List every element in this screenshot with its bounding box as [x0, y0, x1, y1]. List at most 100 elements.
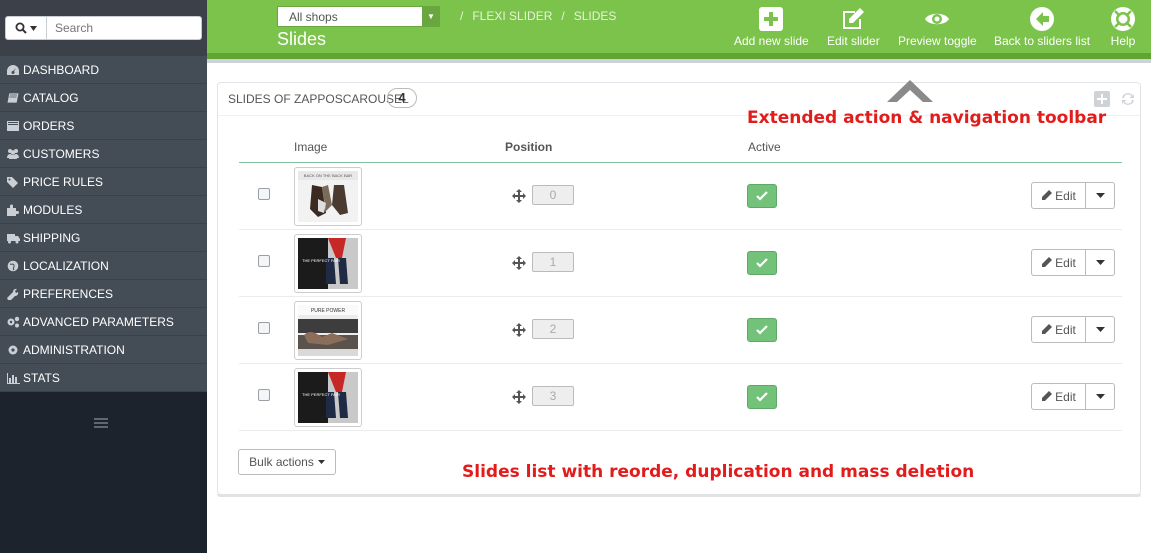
slide-thumbnail[interactable]: PURE POWER	[294, 301, 362, 360]
row-actions: Edit	[1031, 249, 1115, 276]
edit-button[interactable]: Edit	[1031, 383, 1086, 410]
drag-handle-icon[interactable]	[512, 189, 526, 203]
search-input[interactable]	[46, 16, 202, 40]
drag-handle-icon[interactable]	[512, 390, 526, 404]
caret-down-icon	[1095, 260, 1105, 265]
row-actions-dropdown[interactable]	[1086, 182, 1115, 209]
sidebar-item-modules[interactable]: MODULES	[0, 196, 207, 224]
pencil-icon	[1042, 391, 1053, 401]
panel-actions	[1094, 91, 1136, 107]
sidebar-item-preferences[interactable]: PREFERENCES	[0, 280, 207, 308]
panel-title: SLIDES OF ZAPPOSCAROUSEL	[228, 92, 409, 106]
book-icon	[6, 92, 20, 103]
row-checkbox[interactable]	[258, 389, 270, 401]
row-actions-dropdown[interactable]	[1086, 383, 1115, 410]
sidebar-item-orders[interactable]: ORDERS	[0, 112, 207, 140]
active-toggle[interactable]	[747, 251, 777, 275]
edit-button[interactable]: Edit	[1031, 316, 1086, 343]
sidebar-item-administration[interactable]: ADMINISTRATION	[0, 336, 207, 364]
sidebar-item-label: ADVANCED PARAMETERS	[23, 314, 174, 329]
row-checkbox[interactable]	[258, 188, 270, 200]
shop-select[interactable]: All shops ▼	[277, 6, 440, 27]
pencil-icon	[1042, 257, 1053, 267]
sidebar-item-stats[interactable]: STATS	[0, 364, 207, 392]
life-ring-icon	[1111, 7, 1135, 31]
column-header-active: Active	[748, 140, 781, 154]
puzzle-icon	[6, 204, 20, 216]
sidebar-item-label: CUSTOMERS	[23, 146, 100, 161]
edit-slider-button[interactable]: Edit slider	[827, 6, 880, 48]
slides-panel: SLIDES OF ZAPPOSCAROUSEL 4 Image Positio…	[217, 82, 1141, 495]
sidebar-item-label: PREFERENCES	[23, 286, 114, 301]
add-new-slide-button[interactable]: Add new slide	[734, 6, 809, 48]
position-value: 0	[532, 185, 574, 205]
thumbnail-caption: THE PERFECT PAIR	[302, 258, 340, 263]
breadcrumb-item[interactable]: FLEXI SLIDER	[472, 9, 552, 23]
chevron-up-icon	[887, 80, 933, 102]
shop-select-value: All shops	[289, 10, 338, 24]
table-row: THE PERFECT PAIR 3 Edit	[239, 364, 1122, 431]
sidebar-item-customers[interactable]: CUSTOMERS	[0, 140, 207, 168]
slide-thumbnail[interactable]: BACK ON THE BACK BAR	[294, 167, 362, 226]
sidebar-item-label: CATALOG	[23, 90, 79, 105]
wrench-icon	[6, 288, 20, 300]
row-actions-dropdown[interactable]	[1086, 316, 1115, 343]
edit-button[interactable]: Edit	[1031, 249, 1086, 276]
breadcrumb-item[interactable]: SLIDES	[574, 9, 617, 23]
add-icon[interactable]	[1094, 91, 1110, 107]
cog-icon	[6, 345, 20, 355]
toolbar-label: Back to sliders list	[994, 34, 1091, 48]
sidebar-item-dashboard[interactable]: DASHBOARD	[0, 56, 207, 84]
row-checkbox[interactable]	[258, 255, 270, 267]
breadcrumb: / FLEXI SLIDER / SLIDES	[460, 9, 617, 23]
edit-label: Edit	[1055, 389, 1076, 404]
search-type-dropdown[interactable]	[5, 16, 47, 40]
thumbnail-caption: THE PERFECT PAIR	[302, 392, 340, 397]
row-actions: Edit	[1031, 316, 1115, 343]
drag-handle-icon[interactable]	[512, 256, 526, 270]
arrow-left-circle-icon	[1030, 7, 1055, 31]
bar-chart-icon	[6, 372, 20, 384]
caret-down-icon	[317, 460, 325, 464]
edit-label: Edit	[1055, 322, 1076, 337]
sidebar-item-advanced-parameters[interactable]: ADVANCED PARAMETERS	[0, 308, 207, 336]
active-toggle[interactable]	[747, 385, 777, 409]
sidebar-item-label: SHIPPING	[23, 230, 81, 245]
row-actions-dropdown[interactable]	[1086, 249, 1115, 276]
table-row: BACK ON THE BACK BAR 0 Edit	[239, 163, 1122, 230]
sidebar-item-price-rules[interactable]: PRICE RULES	[0, 168, 207, 196]
sidebar-item-label: STATS	[23, 370, 60, 385]
position-value: 3	[532, 386, 574, 406]
active-toggle[interactable]	[747, 318, 777, 342]
active-toggle[interactable]	[747, 184, 777, 208]
edit-button[interactable]: Edit	[1031, 182, 1086, 209]
slide-thumbnail[interactable]: THE PERFECT PAIR	[294, 368, 362, 427]
toolbar-label: Preview toggle	[898, 34, 977, 48]
slide-thumbnail[interactable]: THE PERFECT PAIR	[294, 234, 362, 293]
sidebar-item-shipping[interactable]: SHIPPING	[0, 224, 207, 252]
help-button[interactable]: Help	[1110, 6, 1136, 48]
drag-handle-icon[interactable]	[512, 323, 526, 337]
cogs-icon	[6, 316, 20, 327]
pencil-icon	[1042, 324, 1053, 334]
back-to-sliders-button[interactable]: Back to sliders list	[994, 6, 1090, 48]
sidebar-item-label: DASHBOARD	[23, 62, 100, 77]
sidebar-item-catalog[interactable]: CATALOG	[0, 84, 207, 112]
row-actions: Edit	[1031, 383, 1115, 410]
position-value: 2	[532, 319, 574, 339]
toolbar-label: Help	[1110, 34, 1136, 48]
toolbar-label: Add new slide	[734, 34, 809, 48]
bulk-actions-button[interactable]: Bulk actions	[238, 449, 336, 475]
column-header-position[interactable]: Position	[505, 140, 552, 154]
collapse-menu-icon[interactable]	[94, 418, 108, 430]
pencil-icon	[1042, 190, 1053, 200]
check-icon	[756, 258, 768, 268]
tags-icon	[6, 176, 20, 188]
sidebar-item-localization[interactable]: LOCALIZATION	[0, 252, 207, 280]
row-checkbox[interactable]	[258, 322, 270, 334]
refresh-icon[interactable]	[1120, 91, 1136, 107]
position-value: 1	[532, 252, 574, 272]
check-icon	[756, 325, 768, 335]
search-icon	[15, 22, 27, 34]
preview-toggle-button[interactable]: Preview toggle	[898, 6, 977, 48]
